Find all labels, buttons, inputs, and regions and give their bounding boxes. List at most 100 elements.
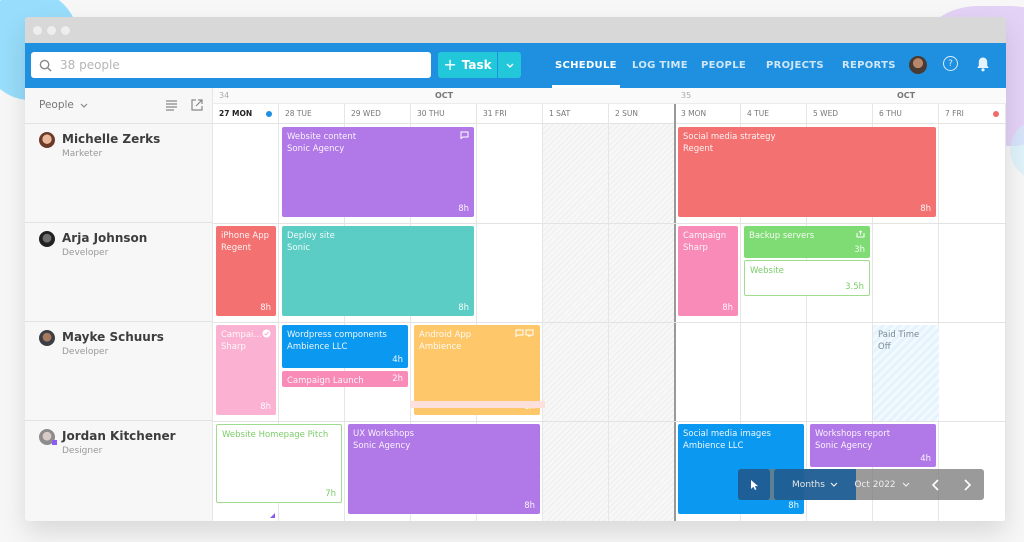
next-period-button[interactable] (956, 469, 978, 500)
day-header[interactable]: 4 TUE (741, 104, 807, 124)
previous-period-button[interactable] (924, 469, 946, 500)
window-dot-minimize[interactable] (47, 26, 56, 35)
nav-schedule[interactable]: SCHEDULE (552, 43, 620, 88)
task-hours: 8h (524, 501, 535, 511)
day-header[interactable]: 7 FRI (939, 104, 1006, 124)
task-card[interactable]: Website Homepage Pitch 7h (216, 424, 342, 503)
task-title: Website Homepage Pitch (222, 430, 329, 440)
task-card[interactable]: Website 3.5h (744, 260, 870, 296)
task-card[interactable]: Website content Sonic Agency 8h (282, 127, 474, 217)
overtime-marker (410, 401, 545, 408)
task-card[interactable]: iPhone App Regent 8h (216, 226, 276, 316)
task-card[interactable]: Social media strategy Regent 8h (678, 127, 936, 217)
task-hours: 8h (260, 402, 271, 412)
view-mode-dropdown[interactable]: Months (774, 469, 856, 500)
chevron-down-icon (830, 482, 838, 487)
task-title: Website content (287, 132, 357, 142)
help-icon[interactable]: ? (943, 56, 958, 71)
task-hours: 3.5h (845, 282, 864, 292)
avatar (39, 330, 55, 346)
comments-icon (515, 329, 535, 341)
nav-people[interactable]: PEOPLE (701, 43, 746, 88)
comment-icon (460, 131, 469, 143)
app-header: + Task SCHEDULE LOG TIME PEOPLE PROJECTS… (25, 43, 1006, 88)
external-link-icon[interactable] (191, 99, 203, 111)
day-header[interactable]: 5 WED (807, 104, 873, 124)
check-icon (262, 329, 271, 342)
task-card[interactable]: Backup servers 3h (744, 226, 870, 258)
task-title: Paid Time Off (878, 330, 920, 352)
person-row[interactable]: Michelle Zerks Marketer (25, 124, 213, 223)
avatar (39, 132, 55, 148)
people-filter-dropdown[interactable]: People (39, 99, 88, 111)
plus-icon: + (443, 55, 457, 74)
day-header[interactable]: 6 THU (873, 104, 939, 124)
search-icon (39, 59, 52, 72)
period-dropdown[interactable]: Oct 2022 (852, 469, 912, 500)
chevron-left-icon (931, 478, 939, 491)
task-card[interactable]: Campai… Sharp 8h (216, 325, 276, 415)
row-divider (213, 223, 1006, 224)
task-hours: 8h (458, 204, 469, 214)
week-number: 35 (681, 91, 692, 100)
task-client: Sonic Agency (815, 441, 873, 451)
person-row[interactable]: Jordan Kitchener Designer (25, 421, 213, 521)
add-task-label: Task (461, 58, 492, 72)
task-title: Campaign (683, 231, 727, 241)
search-box[interactable] (31, 52, 431, 78)
task-hours: 8h (722, 303, 733, 313)
task-card[interactable]: Campaign Launch 2h (282, 371, 408, 387)
task-client: Sharp (221, 342, 246, 352)
task-client: Sharp (683, 243, 708, 253)
day-header[interactable]: 1 SAT (543, 104, 609, 124)
day-header[interactable]: 27 MON (213, 104, 279, 124)
schedule-grid: 34 OCT 35 OCT 27 MON 28 TUE 29 WED 30 THU 31… (213, 88, 1006, 521)
person-name: Michelle Zerks (62, 132, 161, 146)
task-dropdown-button[interactable] (498, 52, 521, 78)
today-indicator (266, 111, 272, 117)
person-role: Developer (62, 347, 109, 357)
person-name: Arja Johnson (62, 231, 148, 245)
row-divider (213, 322, 1006, 323)
time-off-block[interactable]: Paid Time Off (873, 325, 939, 421)
task-title: Campaign Launch (287, 376, 364, 386)
avatar (39, 231, 55, 247)
task-card[interactable]: Workshops report Sonic Agency 4h (810, 424, 936, 467)
person-role: Designer (62, 446, 103, 456)
task-hours: 3h (854, 245, 865, 255)
add-task-button[interactable]: + Task (438, 52, 497, 78)
pointer-tool-button[interactable] (738, 469, 770, 500)
nav-reports[interactable]: REPORTS (842, 43, 896, 88)
task-client: Regent (221, 243, 252, 253)
task-title: Website (750, 266, 784, 276)
day-header[interactable]: 29 WED (345, 104, 411, 124)
search-input[interactable] (60, 58, 400, 72)
task-card[interactable]: Wordpress components Ambience LLC 4h (282, 325, 408, 368)
chevron-down-icon (80, 103, 88, 108)
list-sort-icon[interactable] (166, 100, 178, 111)
window-dot-maximize[interactable] (61, 26, 70, 35)
nav-log-time[interactable]: LOG TIME (632, 43, 688, 88)
day-header[interactable]: 3 MON (675, 104, 741, 124)
day-header[interactable]: 2 SUN (609, 104, 675, 124)
task-title: Backup servers (749, 231, 815, 241)
sidebar-header: People (25, 88, 213, 124)
day-header[interactable]: 30 THU (411, 104, 477, 124)
row-divider (213, 421, 1006, 422)
task-card[interactable]: Campaign Sharp 8h (678, 226, 738, 316)
task-title: Social media strategy (683, 132, 776, 142)
day-header[interactable]: 28 TUE (279, 104, 345, 124)
window-dot-close[interactable] (33, 26, 42, 35)
person-row[interactable]: Mayke Schuurs Developer (25, 322, 213, 421)
day-header[interactable]: 31 FRI (477, 104, 543, 124)
user-avatar[interactable] (909, 56, 927, 74)
task-card[interactable]: UX Workshops Sonic Agency 8h (348, 424, 540, 514)
week-header (213, 88, 1006, 104)
app-window: + Task SCHEDULE LOG TIME PEOPLE PROJECTS… (25, 17, 1006, 521)
person-row[interactable]: Arja Johnson Developer (25, 223, 213, 322)
task-hours: 8h (458, 303, 469, 313)
bell-icon[interactable] (976, 56, 990, 72)
nav-projects[interactable]: PROJECTS (766, 43, 824, 88)
task-card[interactable]: Deploy site Sonic 8h (282, 226, 474, 316)
task-hours: 7h (325, 489, 336, 499)
